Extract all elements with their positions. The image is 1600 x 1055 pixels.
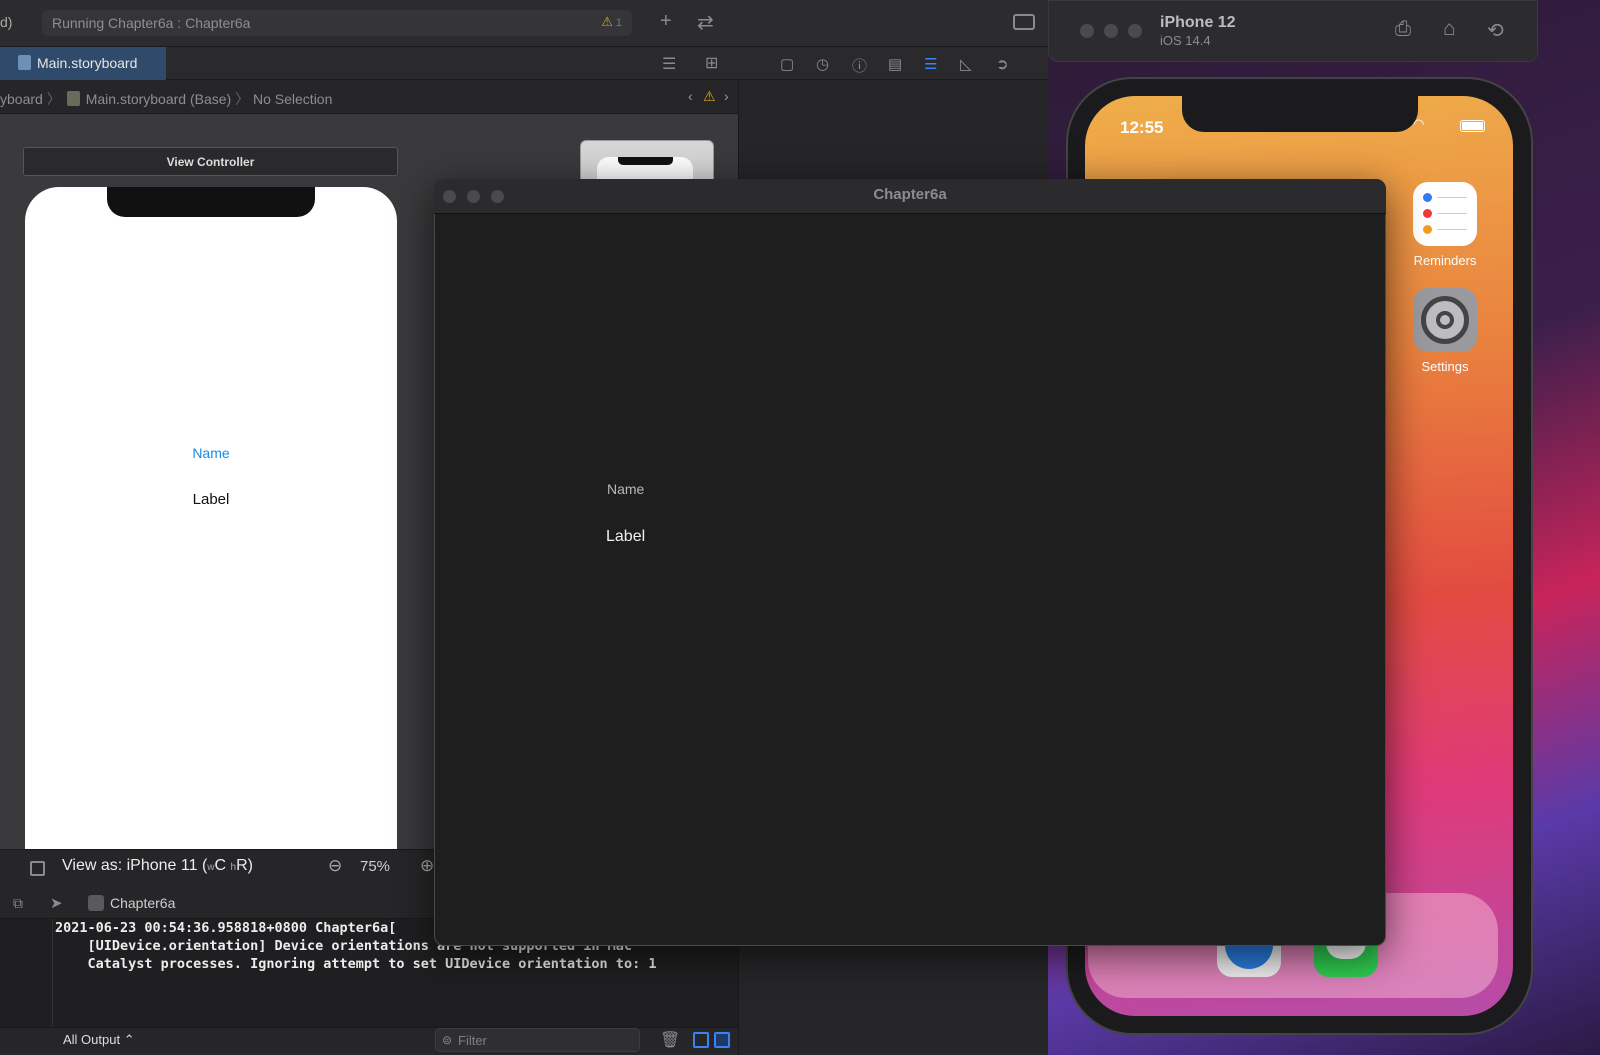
storyboard-file-icon xyxy=(18,55,31,70)
simulator-device-name: iPhone 12 xyxy=(1160,14,1236,31)
connections-inspector-icon[interactable]: ➲ xyxy=(996,55,1009,73)
filter-placeholder: Filter xyxy=(458,1033,487,1048)
sim-minimize-button[interactable] xyxy=(1104,24,1118,38)
simulator-titlebar xyxy=(1048,0,1538,62)
battery-icon xyxy=(1460,120,1485,132)
scene-thumbnail-notch xyxy=(618,157,673,165)
location-icon[interactable]: ➤ xyxy=(50,894,63,912)
editor-options-icon[interactable]: ☰ xyxy=(662,54,676,74)
breadcrumb-selection[interactable]: No Selection xyxy=(253,91,332,107)
settings-icon[interactable] xyxy=(1413,288,1477,352)
breadcrumb-storyboard-folder[interactable]: yboard xyxy=(0,91,43,107)
history-inspector-icon[interactable]: ◷ xyxy=(816,55,829,73)
console-filter-input[interactable]: ⊜ Filter xyxy=(435,1028,640,1052)
sim-close-button[interactable] xyxy=(1080,24,1094,38)
storyboard-name-button[interactable]: Name xyxy=(25,445,397,461)
chevron-left-icon[interactable]: ‹ xyxy=(688,88,693,104)
add-editor-icon[interactable]: ⊞ xyxy=(705,53,718,73)
editor-tab-bar: Main.storyboard ☰ ⊞ xyxy=(0,47,738,80)
zoom-out-icon[interactable]: ⊖ xyxy=(328,856,342,876)
debug-toggle-icon[interactable]: ⧉ xyxy=(13,895,23,912)
iphone-notch xyxy=(1182,96,1418,132)
document-outline-icon[interactable] xyxy=(30,861,45,876)
size-inspector-icon[interactable]: ◺ xyxy=(960,55,972,73)
inspector-tab-bar: ▢ ◷ ⓘ ▤ ☰ ◺ ➲ xyxy=(738,47,1048,80)
app-target-icon xyxy=(88,895,104,911)
scene-title-bar[interactable]: View Controller xyxy=(23,147,398,176)
rotate-icon[interactable]: ⟲ xyxy=(1487,18,1504,43)
code-review-icon[interactable]: ⇄ xyxy=(697,10,714,35)
help-inspector-icon[interactable]: ⓘ xyxy=(852,55,867,76)
attributes-inspector-icon[interactable]: ☰ xyxy=(924,55,937,73)
size-class-h-value: R) xyxy=(236,857,253,874)
activity-text: Running Chapter6a : Chapter6a xyxy=(52,15,251,31)
chevron-right-icon[interactable]: › xyxy=(724,88,729,104)
wifi-icon: ◠ xyxy=(1413,116,1425,131)
breadcrumb-file[interactable]: Main.storyboard (Base) xyxy=(86,91,232,107)
file-inspector-icon[interactable]: ▢ xyxy=(780,55,794,73)
inspector-toggle-icon[interactable] xyxy=(1013,14,1035,30)
tab-label: Main.storyboard xyxy=(37,55,138,71)
home-icon[interactable]: ⌂ xyxy=(1443,17,1456,41)
storyboard-label[interactable]: Label xyxy=(25,491,397,508)
sim-zoom-button[interactable] xyxy=(1128,24,1142,38)
storyboard-file-icon xyxy=(66,91,80,106)
warning-count: 1 xyxy=(615,17,622,29)
jump-bar: yboard 〉 Main.storyboard (Base) 〉 No Sele… xyxy=(0,80,738,114)
reminders-label: Reminders xyxy=(1413,253,1477,268)
view-controller-scene[interactable] xyxy=(25,187,397,857)
view-as-device[interactable]: View as: iPhone 11 (wC hR) xyxy=(62,857,253,875)
catalyst-app-window[interactable] xyxy=(434,179,1386,946)
right-pane-toggle-icon[interactable] xyxy=(714,1032,730,1048)
variables-view[interactable] xyxy=(0,919,53,1027)
zoom-level[interactable]: 75% xyxy=(360,858,390,875)
filter-icon: ⊜ xyxy=(442,1033,453,1047)
xcode-toolbar: d) Running Chapter6a : Chapter6a ⚠ 1 + ⇄ xyxy=(0,0,1048,47)
output-selector[interactable]: All Output ⌃ xyxy=(63,1032,135,1048)
catalyst-name-button[interactable]: Name xyxy=(607,481,644,497)
debug-target[interactable]: Chapter6a xyxy=(110,895,175,911)
warning-indicator[interactable]: ⚠ 1 xyxy=(601,14,622,30)
identity-inspector-icon[interactable]: ▤ xyxy=(888,55,902,73)
screenshot-icon[interactable]: ⎙ xyxy=(1395,18,1411,41)
zoom-in-icon[interactable]: ⊕ xyxy=(420,856,434,876)
size-class-w-value: C xyxy=(214,857,227,874)
add-icon[interactable]: + xyxy=(660,10,672,33)
catalyst-label: Label xyxy=(606,528,646,545)
trash-icon[interactable]: 🗑 xyxy=(660,1030,680,1050)
scheme-fragment[interactable]: d) xyxy=(0,14,12,30)
left-pane-toggle-icon[interactable] xyxy=(693,1032,709,1048)
catalyst-window-title: Chapter6a xyxy=(873,186,947,203)
view-as-label: View as: iPhone 11 ( xyxy=(62,857,208,874)
activity-viewer: Running Chapter6a : Chapter6a ⚠ 1 xyxy=(42,10,632,36)
reminders-icon[interactable] xyxy=(1413,182,1477,246)
settings-label: Settings xyxy=(1421,359,1469,374)
status-time: 12:55 xyxy=(1120,118,1164,137)
simulator-os-version: iOS 14.4 xyxy=(1160,33,1211,48)
tab-main-storyboard[interactable]: Main.storyboard xyxy=(0,47,166,80)
device-notch xyxy=(107,187,315,217)
warning-icon[interactable]: ⚠ xyxy=(703,88,716,105)
size-class-w: w xyxy=(207,862,215,873)
